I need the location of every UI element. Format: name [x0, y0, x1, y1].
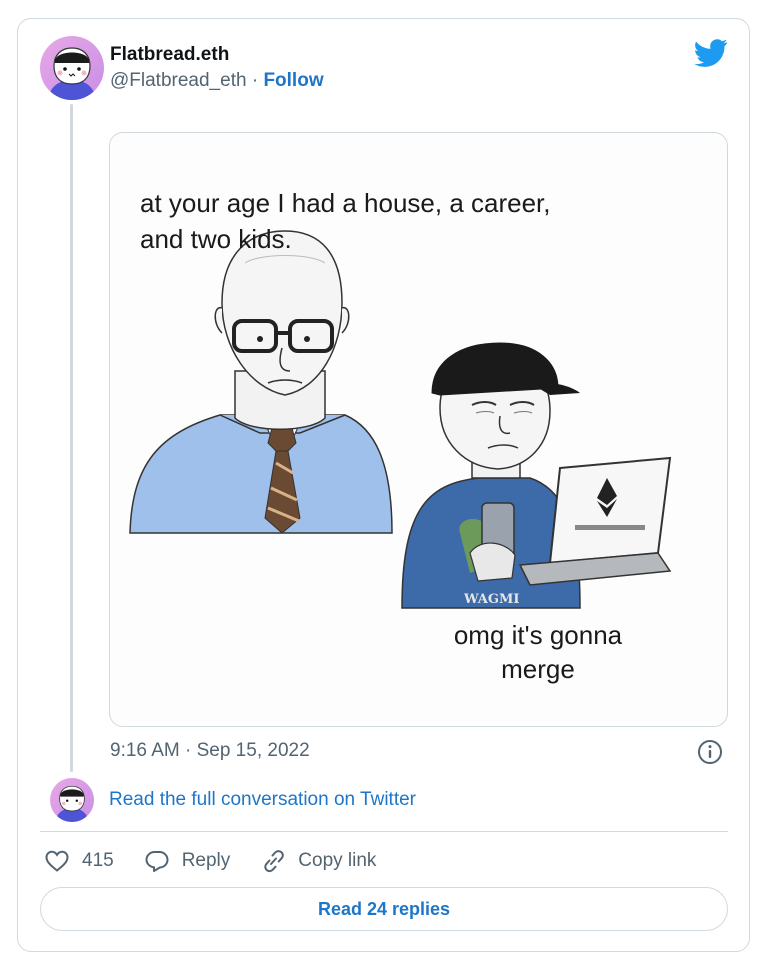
reply-icon: [145, 851, 169, 872]
conversation-avatar[interactable]: [50, 778, 94, 822]
tweet-media-image[interactable]: WAGMI at your age I had a house, a caree…: [109, 132, 728, 727]
author-handle-row: @Flatbread_eth · Follow: [110, 70, 324, 92]
reply-action[interactable]: Reply: [144, 849, 231, 873]
copy-link-label: Copy link: [298, 850, 377, 871]
author-handle[interactable]: @Flatbread_eth: [110, 70, 247, 91]
meme-caption-bottom: omg it's gonna merge: [453, 620, 623, 684]
info-icon[interactable]: [696, 738, 724, 766]
divider: [40, 831, 728, 832]
read-full-conversation-link[interactable]: Read the full conversation on Twitter: [109, 789, 416, 811]
copy-link-action[interactable]: Copy link: [260, 849, 376, 873]
shirt-text: WAGMI: [463, 592, 519, 607]
twitter-bird-icon[interactable]: [694, 38, 728, 68]
read-replies-button[interactable]: Read 24 replies: [40, 887, 728, 931]
separator-dot: ·: [251, 70, 259, 91]
like-count: 415: [82, 850, 114, 871]
reply-label: Reply: [181, 850, 231, 871]
thread-line: [70, 104, 73, 772]
follow-link[interactable]: Follow: [263, 70, 323, 91]
meme-caption-top: at your age I had a house, a career, and…: [140, 188, 551, 254]
link-icon: [264, 850, 285, 873]
author-avatar[interactable]: [40, 36, 104, 100]
author-name[interactable]: Flatbread.eth: [110, 44, 229, 66]
heart-icon: [45, 850, 69, 872]
like-action[interactable]: 415: [44, 849, 114, 873]
tweet-actions: 415 Reply Copy link: [44, 846, 406, 876]
tweet-timestamp[interactable]: 9:16 AM · Sep 15, 2022: [110, 740, 310, 762]
